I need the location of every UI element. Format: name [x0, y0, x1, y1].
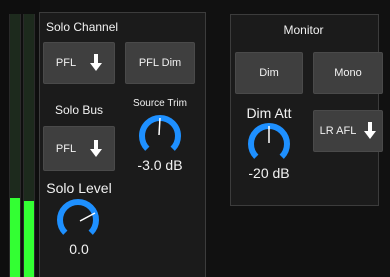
pfl-dim-label: PFL Dim: [138, 57, 182, 69]
down-arrow-icon: [364, 122, 377, 139]
dim-att-label: Dim Att: [246, 105, 292, 121]
solo-bus-label: Solo Bus: [54, 103, 104, 117]
solo-level-knob[interactable]: [55, 197, 101, 243]
level-meter-right-fill: [24, 200, 34, 277]
solo-bus-dropdown-label: PFL: [55, 142, 77, 155]
dim-label: Dim: [259, 67, 279, 79]
solo-channel-title: Solo Channel: [46, 20, 119, 34]
dim-att-value: -20 dB: [248, 165, 290, 181]
level-meter-right: [23, 14, 35, 277]
level-meter-left: [9, 14, 21, 277]
lr-afl-dropdown[interactable]: LR AFL: [313, 110, 383, 152]
mono-label: Mono: [334, 67, 362, 79]
solo-bus-dropdown[interactable]: PFL: [43, 126, 115, 171]
down-arrow-icon: [90, 54, 103, 71]
solo-level-value: 0.0: [69, 241, 89, 257]
source-trim-label: Source Trim: [133, 98, 187, 109]
pfl-dropdown[interactable]: PFL: [43, 42, 115, 84]
lr-afl-label: LR AFL: [319, 125, 357, 137]
pfl-dropdown-label: PFL: [55, 57, 77, 69]
source-trim-value: -3.0 dB: [137, 157, 183, 173]
pfl-dim-button[interactable]: PFL Dim: [125, 42, 195, 84]
solo-level-label: Solo Level: [46, 180, 112, 196]
monitor-title: Monitor: [283, 23, 324, 37]
down-arrow-icon: [90, 139, 103, 157]
level-meter-left-fill: [10, 198, 20, 277]
mono-button[interactable]: Mono: [313, 52, 383, 94]
dim-att-knob[interactable]: [246, 121, 292, 167]
source-trim-knob[interactable]: [137, 113, 183, 159]
dim-button[interactable]: Dim: [235, 52, 303, 94]
